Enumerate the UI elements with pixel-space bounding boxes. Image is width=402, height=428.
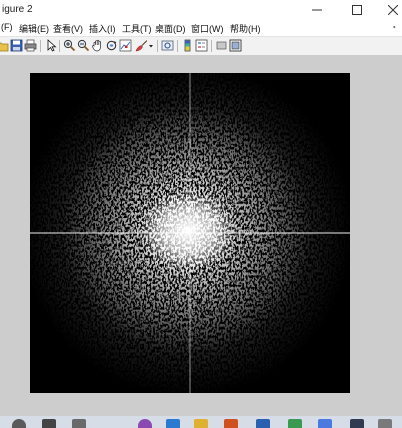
save-icon[interactable] [10, 39, 23, 52]
toolbar-separator [211, 40, 212, 52]
dock-arrow-icon[interactable]: ◔ [391, 23, 396, 32]
toolbar-separator [59, 40, 60, 52]
print-icon[interactable] [24, 39, 37, 52]
menu-file[interactable]: (F) [1, 22, 13, 32]
taskbar [0, 416, 402, 428]
spectrum-dc-core [140, 191, 236, 271]
minimize-button[interactable] [300, 0, 334, 20]
minimize-icon [312, 9, 322, 11]
legend-icon[interactable] [195, 39, 208, 52]
pan-icon[interactable] [91, 39, 104, 52]
app-icon[interactable] [138, 419, 152, 428]
show-plot-tools-icon[interactable] [229, 39, 242, 52]
app-icon[interactable] [72, 419, 86, 428]
toolbar-separator [177, 40, 178, 52]
zoom-in-icon[interactable] [63, 39, 76, 52]
app-icon[interactable] [378, 419, 392, 428]
figure-window: igure 2 (F) 编辑(E) 查看(V) 插入(I) 工具(T) 桌面(D… [0, 0, 402, 428]
search-icon[interactable] [12, 419, 26, 428]
hide-plot-tools-icon[interactable] [215, 39, 228, 52]
matlab-icon[interactable] [350, 419, 364, 428]
folder-icon[interactable] [194, 419, 208, 428]
brush-icon[interactable] [135, 39, 148, 52]
menu-edit[interactable]: 编辑(E) [19, 22, 49, 35]
close-icon [388, 5, 398, 15]
colorbar-icon[interactable] [181, 39, 194, 52]
toolbar-separator [40, 40, 41, 52]
menu-insert[interactable]: 插入(I) [89, 22, 116, 35]
open-icon[interactable] [0, 39, 9, 52]
title-bar: igure 2 [0, 0, 402, 20]
zoom-out-icon[interactable] [77, 39, 90, 52]
toolbar-separator [157, 40, 158, 52]
link-plot-icon[interactable] [161, 39, 174, 52]
app-icon[interactable] [224, 419, 238, 428]
menu-view[interactable]: 查看(V) [53, 22, 83, 35]
menu-help[interactable]: 帮助(H) [230, 22, 261, 35]
menu-bar: (F) 编辑(E) 查看(V) 插入(I) 工具(T) 桌面(D) 窗口(W) … [0, 20, 402, 36]
maximize-icon [352, 5, 362, 15]
figure-canvas [0, 55, 402, 416]
taskview-icon[interactable] [42, 419, 56, 428]
menu-tools[interactable]: 工具(T) [122, 22, 152, 35]
app-icon[interactable] [318, 419, 332, 428]
close-button[interactable] [376, 0, 402, 20]
rotate-icon[interactable] [105, 39, 118, 52]
data-cursor-icon[interactable] [119, 39, 132, 52]
dropdown-arrow-icon[interactable] [148, 39, 154, 52]
maximize-button[interactable] [340, 0, 374, 20]
fft-spectrum-image[interactable] [30, 73, 350, 393]
pointer-icon[interactable] [45, 39, 58, 52]
app-icon[interactable] [256, 419, 270, 428]
spectrum-image-svg [30, 73, 350, 393]
menu-desktop[interactable]: 桌面(D) [155, 22, 186, 35]
browser-icon[interactable] [166, 419, 180, 428]
toolbar [0, 36, 402, 56]
window-title: igure 2 [2, 4, 33, 15]
app-icon[interactable] [288, 419, 302, 428]
menu-window[interactable]: 窗口(W) [191, 22, 224, 35]
